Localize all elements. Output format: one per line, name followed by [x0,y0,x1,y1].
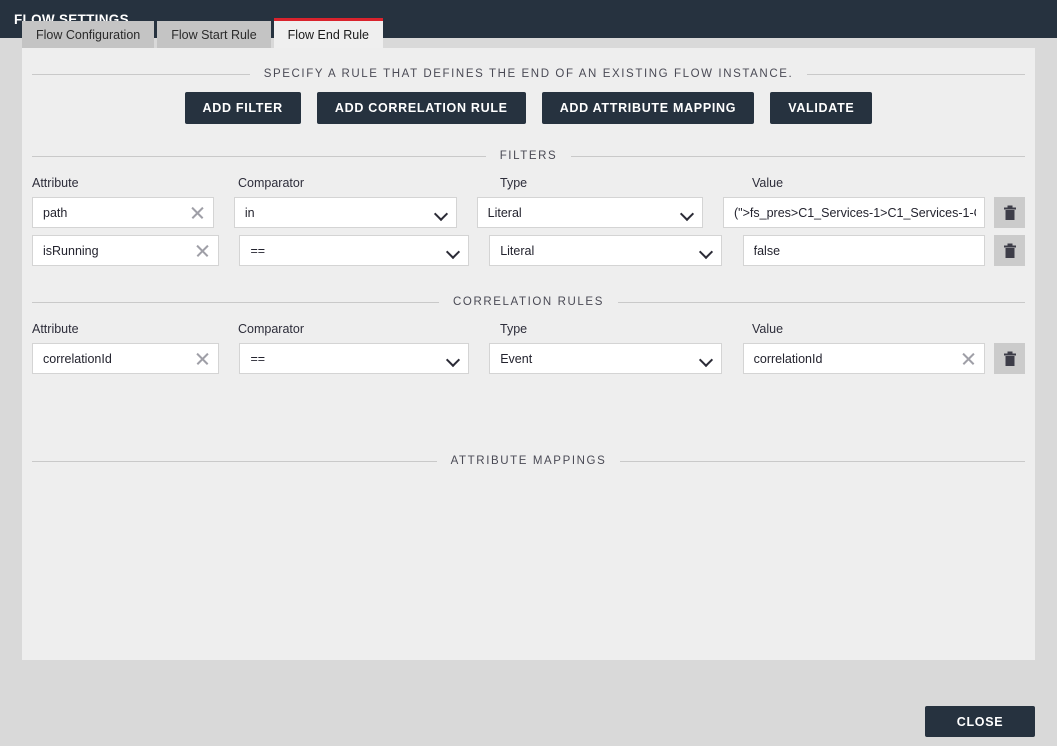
filters-section: FILTERS Attribute Comparator Type Value … [32,150,1025,266]
divider-line-left [32,74,250,75]
filter-attribute-value: path [43,206,183,220]
tab-bar: Flow Configuration Flow Start Rule Flow … [22,20,383,49]
filters-heading: FILTERS [486,150,572,162]
correlation-value-input[interactable]: correlationId [743,343,985,374]
action-button-row: ADD FILTER ADD CORRELATION RULE ADD ATTR… [22,92,1035,124]
filter-value-value: (">fs_pres>C1_Services-1>C1_Services-1-C [734,206,976,220]
filter-type-select[interactable]: Literal [477,197,704,228]
correlation-comparator-select[interactable]: == [239,343,469,374]
instruction-divider: SPECIFY A RULE THAT DEFINES THE END OF A… [32,68,1025,80]
filter-comparator-select[interactable]: in [234,197,457,228]
instruction-text: SPECIFY A RULE THAT DEFINES THE END OF A… [250,68,808,80]
filter-value-input[interactable]: (">fs_pres>C1_Services-1>C1_Services-1-C [723,197,985,228]
divider-line-left [32,302,439,303]
correlation-comparator-value: == [250,352,440,366]
chevron-down-icon[interactable] [446,352,460,366]
trash-icon [1003,243,1017,259]
validate-button[interactable]: VALIDATE [770,92,872,124]
column-header-value: Value [734,176,996,190]
correlation-rules-heading: CORRELATION RULES [439,296,618,308]
column-header-comparator: Comparator [234,176,482,190]
trash-icon [1003,205,1017,221]
flow-settings-window: FLOW SETTINGS Flow Configuration Flow St… [0,0,1057,746]
filter-value-input[interactable]: false [743,235,985,266]
column-header-attribute: Attribute [32,176,234,190]
filter-comparator-value: in [245,206,428,220]
column-header-type: Type [482,322,734,336]
filter-comparator-value: == [250,244,440,258]
filter-attribute-input[interactable]: path [32,197,214,228]
correlation-attribute-input[interactable]: correlationId [32,343,219,374]
attribute-mappings-section: ATTRIBUTE MAPPINGS [32,455,1025,467]
delete-filter-button[interactable] [994,197,1025,228]
clear-icon[interactable] [194,243,210,259]
clear-icon[interactable] [194,351,210,367]
attribute-mappings-heading: ATTRIBUTE MAPPINGS [437,455,621,467]
clear-icon[interactable] [189,205,205,221]
delete-filter-button[interactable] [994,235,1025,266]
divider-line-right [571,156,1025,157]
correlation-value-value: correlationId [754,352,954,366]
chevron-down-icon[interactable] [680,206,694,220]
divider-line-left [32,461,437,462]
chevron-down-icon[interactable] [699,244,713,258]
correlation-type-value: Event [500,352,693,366]
filters-divider: FILTERS [32,150,1025,162]
chevron-down-icon[interactable] [699,352,713,366]
add-correlation-rule-button[interactable]: ADD CORRELATION RULE [317,92,526,124]
correlation-type-select[interactable]: Event [489,343,722,374]
tab-flow-end-rule[interactable]: Flow End Rule [274,18,383,49]
divider-line-right [807,74,1025,75]
tab-label: Flow Start Rule [171,28,256,42]
column-header-comparator: Comparator [234,322,482,336]
column-header-value: Value [734,322,996,336]
chevron-down-icon[interactable] [434,206,448,220]
trash-icon [1003,351,1017,367]
tab-label: Flow End Rule [288,28,369,42]
delete-correlation-rule-button[interactable] [994,343,1025,374]
correlation-rule-row: correlationId == Event correlationId [32,343,1025,374]
correlation-rules-section: CORRELATION RULES Attribute Comparator T… [32,296,1025,374]
divider-line-right [618,302,1025,303]
correlation-rules-column-headers: Attribute Comparator Type Value [32,322,1025,336]
tab-label: Flow Configuration [36,28,140,42]
instruction-row: SPECIFY A RULE THAT DEFINES THE END OF A… [32,68,1025,80]
attribute-mappings-divider: ATTRIBUTE MAPPINGS [32,455,1025,467]
correlation-attribute-value: correlationId [43,352,188,366]
filter-row: path in Literal (">fs_pres>C1_Services-1… [32,197,1025,228]
dialog-footer: CLOSE [0,660,1057,746]
chevron-down-icon[interactable] [446,244,460,258]
filter-value-value: false [754,244,976,258]
divider-line-right [620,461,1025,462]
flow-end-rule-panel: SPECIFY A RULE THAT DEFINES THE END OF A… [22,48,1035,660]
correlation-rules-divider: CORRELATION RULES [32,296,1025,308]
column-header-type: Type [482,176,734,190]
column-header-attribute: Attribute [32,322,234,336]
add-attribute-mapping-button[interactable]: ADD ATTRIBUTE MAPPING [542,92,755,124]
add-filter-button[interactable]: ADD FILTER [185,92,301,124]
clear-icon[interactable] [960,351,976,367]
tab-flow-start-rule[interactable]: Flow Start Rule [157,21,270,49]
filter-type-value: Literal [488,206,675,220]
filter-row: isRunning == Literal false [32,235,1025,266]
filter-attribute-value: isRunning [43,244,188,258]
filter-comparator-select[interactable]: == [239,235,469,266]
filter-type-select[interactable]: Literal [489,235,722,266]
close-button[interactable]: CLOSE [925,706,1035,737]
filters-column-headers: Attribute Comparator Type Value [32,176,1025,190]
divider-line-left [32,156,486,157]
tab-flow-configuration[interactable]: Flow Configuration [22,21,154,49]
filter-type-value: Literal [500,244,693,258]
filter-attribute-input[interactable]: isRunning [32,235,219,266]
